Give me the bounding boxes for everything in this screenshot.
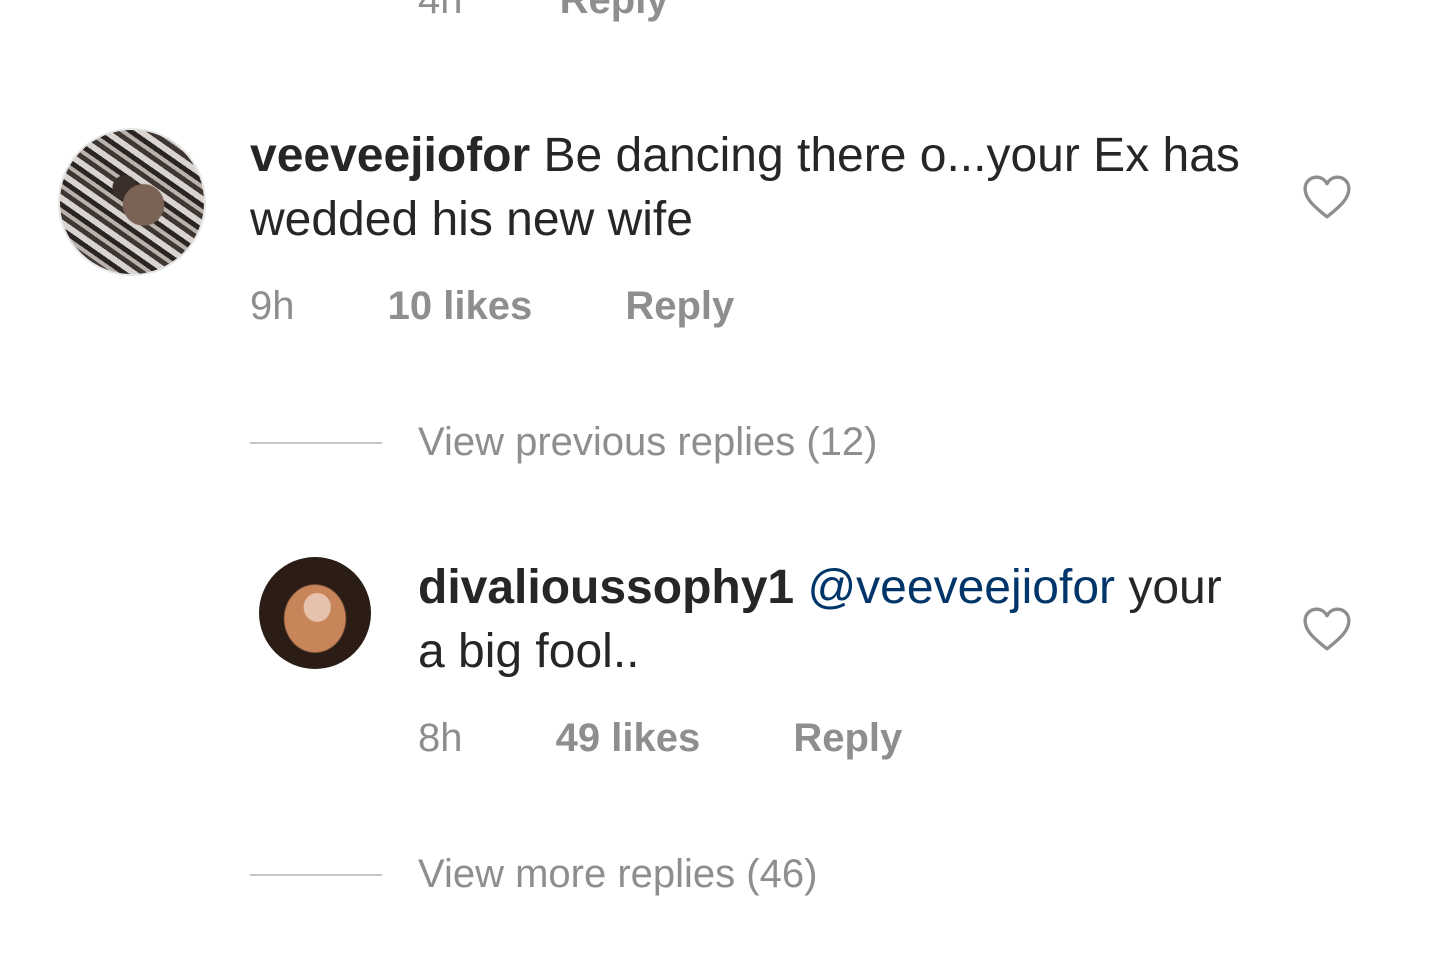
comment-meta: 9h 10 likes Reply [250,284,734,329]
comment-likes[interactable]: 10 likes [388,284,533,328]
comment-time: 9h [250,284,295,328]
heart-outline-icon[interactable] [1302,174,1352,220]
previous-comment-meta: 4h Reply [418,0,669,23]
reply-meta: 8h 49 likes Reply [418,716,902,761]
previous-comment-reply-button[interactable]: Reply [560,0,669,22]
reply-text: divalioussophy1 @veeveejiofor your a big… [418,556,1258,684]
replies-divider-line [250,873,382,876]
reply-reply-button[interactable]: Reply [793,716,902,760]
view-previous-replies-label: View previous replies (12) [418,420,878,464]
avatar-divalioussophy1[interactable] [259,557,371,669]
comment-text: veeveejiofor Be dancing there o...your E… [250,124,1250,252]
reply-likes[interactable]: 49 likes [556,716,701,760]
replies-divider-line [250,441,382,444]
reply-username[interactable]: divalioussophy1 [418,561,794,614]
avatar-veeveejiofor[interactable] [58,128,206,276]
view-more-replies-label: View more replies (46) [418,852,818,896]
view-previous-replies-button[interactable]: View previous replies (12) [250,420,877,465]
previous-comment-time: 4h [418,0,463,22]
comment-reply-button[interactable]: Reply [625,284,734,328]
view-more-replies-button[interactable]: View more replies (46) [250,852,817,897]
heart-outline-icon[interactable] [1302,606,1352,652]
comment-username[interactable]: veeveejiofor [250,129,530,182]
reply-mention[interactable]: @veeveejiofor [807,561,1115,614]
reply-time: 8h [418,716,463,760]
